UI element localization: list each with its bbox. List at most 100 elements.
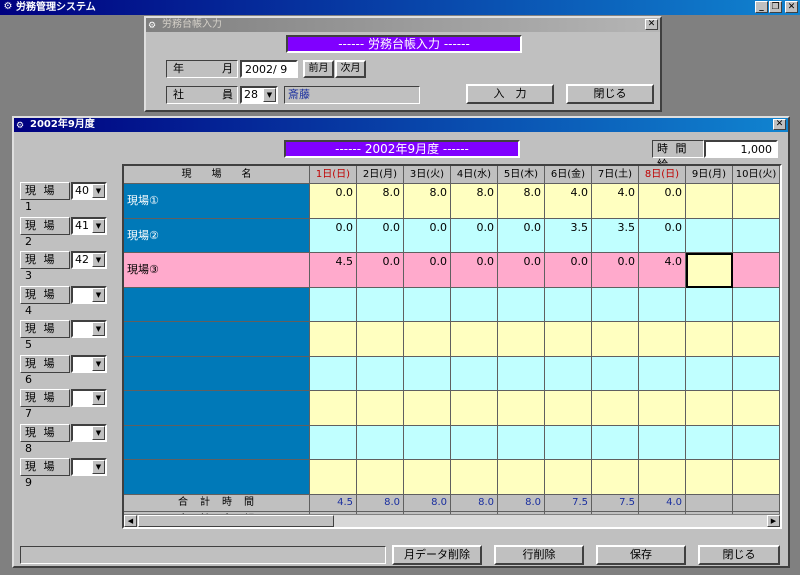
- hourly-wage-input[interactable]: 1,000: [704, 140, 778, 158]
- site-code-select[interactable]: 40 ▼: [71, 182, 107, 200]
- hours-cell[interactable]: [498, 287, 545, 322]
- hours-cell[interactable]: 4.0: [545, 184, 592, 219]
- hours-cell[interactable]: 0.0: [451, 253, 498, 288]
- hours-cell[interactable]: [686, 184, 733, 219]
- hours-cell[interactable]: [451, 460, 498, 495]
- hours-cell[interactable]: [592, 425, 639, 460]
- hours-cell[interactable]: [404, 391, 451, 426]
- delete-row-button[interactable]: 行削除: [494, 545, 584, 565]
- hours-cell[interactable]: [404, 287, 451, 322]
- hours-cell[interactable]: [404, 425, 451, 460]
- hours-cell[interactable]: 0.0: [310, 218, 357, 253]
- hours-cell[interactable]: [357, 356, 404, 391]
- chevron-down-icon[interactable]: ▼: [92, 322, 105, 336]
- hours-cell[interactable]: [592, 391, 639, 426]
- hours-cell[interactable]: [404, 460, 451, 495]
- dialog-close-icon[interactable]: ✕: [645, 19, 658, 30]
- hours-cell[interactable]: [357, 391, 404, 426]
- horizontal-scrollbar[interactable]: ◀ ▶: [124, 514, 780, 527]
- hours-cell[interactable]: [310, 356, 357, 391]
- hours-cell[interactable]: [357, 425, 404, 460]
- hours-cell[interactable]: [733, 218, 780, 253]
- site-code-select[interactable]: ▼: [71, 458, 107, 476]
- hours-cell[interactable]: [498, 322, 545, 357]
- hours-cell[interactable]: 0.0: [357, 218, 404, 253]
- hours-cell[interactable]: [686, 391, 733, 426]
- hours-cell[interactable]: [357, 460, 404, 495]
- minimize-button[interactable]: _: [755, 1, 768, 13]
- hours-cell[interactable]: 4.0: [639, 253, 686, 288]
- next-month-button[interactable]: 次月: [335, 60, 366, 78]
- hours-cell[interactable]: 0.0: [357, 253, 404, 288]
- scroll-right-icon[interactable]: ▶: [767, 515, 780, 527]
- hours-cell[interactable]: [451, 322, 498, 357]
- hours-cell[interactable]: [733, 253, 780, 288]
- hours-cell[interactable]: [592, 322, 639, 357]
- restore-button[interactable]: ❐: [769, 1, 782, 13]
- hours-cell[interactable]: [592, 460, 639, 495]
- chevron-down-icon[interactable]: ▼: [92, 356, 105, 371]
- hours-cell[interactable]: [404, 356, 451, 391]
- hours-cell[interactable]: [639, 425, 686, 460]
- close-button[interactable]: ✕: [785, 1, 798, 13]
- hours-cell[interactable]: [733, 322, 780, 357]
- hours-cell[interactable]: [545, 322, 592, 357]
- hours-cell[interactable]: [404, 322, 451, 357]
- hours-cell[interactable]: [498, 356, 545, 391]
- hours-cell[interactable]: 8.0: [404, 184, 451, 219]
- site-code-select[interactable]: ▼: [71, 389, 107, 407]
- hours-cell[interactable]: 4.0: [592, 184, 639, 219]
- site-code-select[interactable]: 42 ▼: [71, 251, 107, 269]
- hours-cell[interactable]: [592, 287, 639, 322]
- site-code-select[interactable]: ▼: [71, 354, 107, 373]
- chevron-down-icon[interactable]: ▼: [92, 218, 105, 233]
- hours-cell[interactable]: 3.5: [545, 218, 592, 253]
- main-close-button[interactable]: 閉じる: [698, 545, 780, 565]
- hours-cell[interactable]: [498, 391, 545, 426]
- hours-cell[interactable]: [592, 356, 639, 391]
- hours-cell[interactable]: [310, 391, 357, 426]
- hours-cell[interactable]: [733, 460, 780, 495]
- hours-cell[interactable]: [639, 356, 686, 391]
- hours-cell[interactable]: 0.0: [545, 253, 592, 288]
- chevron-down-icon[interactable]: ▼: [92, 425, 105, 440]
- hours-cell[interactable]: [639, 391, 686, 426]
- hours-cell[interactable]: [639, 322, 686, 357]
- hours-cell[interactable]: 3.5: [592, 218, 639, 253]
- site-code-select[interactable]: 41 ▼: [71, 216, 107, 235]
- hours-cell[interactable]: [686, 218, 733, 253]
- hours-cell[interactable]: [498, 425, 545, 460]
- hours-cell[interactable]: 0.0: [451, 218, 498, 253]
- site-code-select[interactable]: ▼: [71, 320, 107, 338]
- hours-cell[interactable]: [357, 287, 404, 322]
- input-button[interactable]: 入 力: [466, 84, 554, 104]
- hours-cell[interactable]: 4.5: [310, 253, 357, 288]
- hours-cell[interactable]: 0.0: [498, 218, 545, 253]
- hours-cell[interactable]: [686, 460, 733, 495]
- hours-cell[interactable]: [498, 460, 545, 495]
- hours-cell[interactable]: [733, 391, 780, 426]
- hours-cell[interactable]: [310, 425, 357, 460]
- hours-cell[interactable]: [451, 287, 498, 322]
- hours-cell[interactable]: [310, 460, 357, 495]
- hours-cell[interactable]: [545, 356, 592, 391]
- year-month-input[interactable]: 2002/ 9: [240, 60, 298, 78]
- chevron-down-icon[interactable]: ▼: [263, 88, 276, 102]
- hours-cell[interactable]: 0.0: [639, 218, 686, 253]
- hours-cell[interactable]: [545, 425, 592, 460]
- site-code-select[interactable]: ▼: [71, 423, 107, 442]
- hours-cell[interactable]: [686, 287, 733, 322]
- chevron-down-icon[interactable]: ▼: [92, 460, 105, 474]
- hours-cell[interactable]: [639, 460, 686, 495]
- scroll-left-icon[interactable]: ◀: [124, 515, 137, 527]
- hours-cell[interactable]: [545, 391, 592, 426]
- hours-cell[interactable]: [545, 287, 592, 322]
- save-button[interactable]: 保存: [596, 545, 686, 565]
- hours-cell[interactable]: [451, 425, 498, 460]
- scroll-thumb[interactable]: [138, 515, 334, 527]
- hours-cell[interactable]: 0.0: [592, 253, 639, 288]
- employee-code-select[interactable]: 28 ▼: [240, 86, 278, 104]
- hours-cell[interactable]: 8.0: [451, 184, 498, 219]
- hours-cell[interactable]: [451, 356, 498, 391]
- hours-cell[interactable]: [733, 356, 780, 391]
